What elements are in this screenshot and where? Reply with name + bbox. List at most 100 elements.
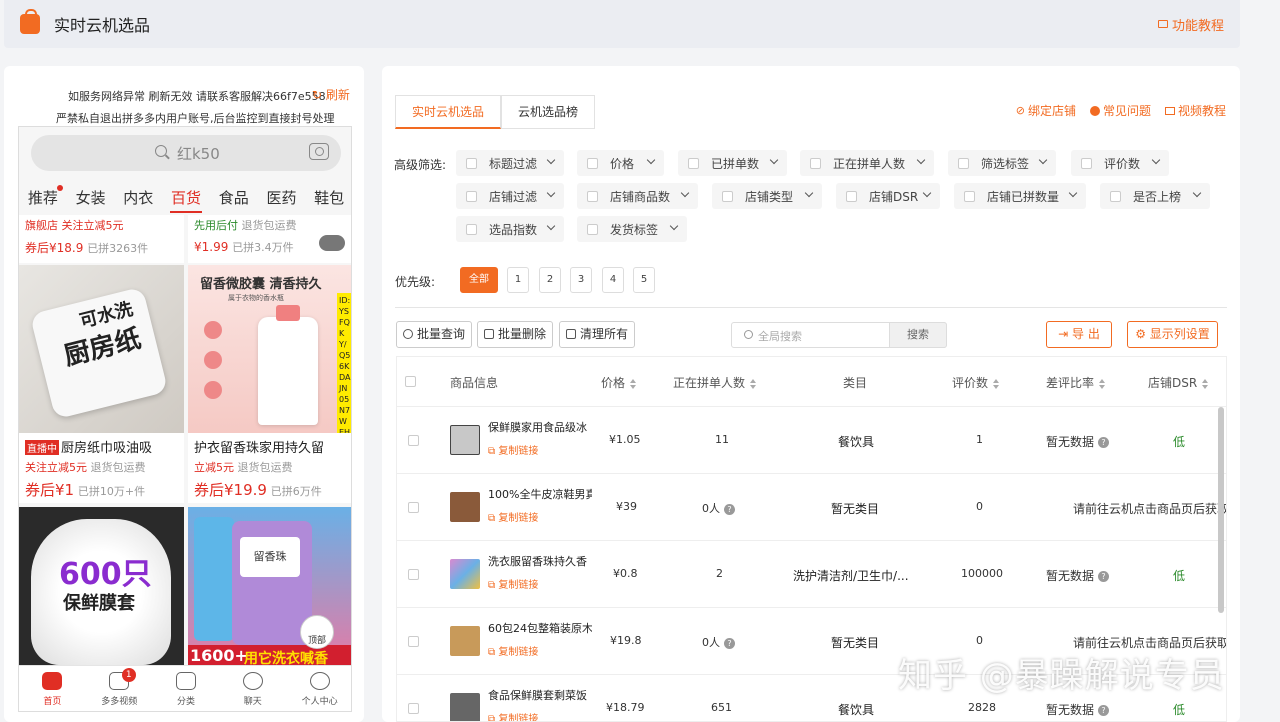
priority-4[interactable]: 4 <box>602 267 624 293</box>
batch-query-button[interactable]: 批量查询 <box>396 321 473 348</box>
col-price[interactable]: 价格 <box>601 374 637 391</box>
select-all-checkbox[interactable] <box>405 376 416 387</box>
filter-tags[interactable]: 筛选标签 <box>948 150 1056 176</box>
row-checkbox[interactable] <box>408 703 419 714</box>
product-thumbnail <box>450 559 480 589</box>
chevron-down-icon <box>1068 188 1078 198</box>
product-thumbnail <box>450 626 480 656</box>
product-image: 留香珠 1600+ 用它洗衣喊香 顶部 <box>188 507 351 667</box>
filter-index[interactable]: 选品指数 <box>456 216 564 242</box>
nav-profile[interactable]: 个人中心 <box>286 666 351 711</box>
batch-delete-button[interactable]: 批量删除 <box>477 321 554 348</box>
filter-shipping[interactable]: 发货标签 <box>577 216 687 242</box>
tab-ranking[interactable]: 云机选品榜 <box>501 95 596 129</box>
table-scrollbar[interactable] <box>1218 407 1224 613</box>
copy-link-button[interactable]: ⧉ 复制链接 <box>488 442 538 457</box>
phone-tab-active[interactable]: 百货 <box>162 183 210 213</box>
col-reviews[interactable]: 评价数 <box>952 374 1000 391</box>
phone-tab[interactable]: 鞋包 <box>305 183 351 213</box>
refresh-button[interactable]: ↻ 刷新 <box>312 86 350 103</box>
filter-shop-dsr[interactable]: 店铺DSR <box>836 183 940 209</box>
faq-link[interactable]: 常见问题 <box>1089 102 1151 119</box>
clear-icon <box>566 329 576 339</box>
phone-tab[interactable]: 推荐 <box>19 183 67 213</box>
video-tutorial-link[interactable]: 视频教程 <box>1164 102 1226 119</box>
chevron-down-icon <box>680 188 690 198</box>
product-name: 食品保鲜膜套剩菜饭 <box>488 689 587 702</box>
notification-dot <box>56 185 63 191</box>
phone-tab[interactable]: 内衣 <box>114 183 162 213</box>
chevron-down-icon <box>546 188 556 198</box>
col-group-buyers[interactable]: 正在拼单人数 <box>673 374 757 391</box>
table-row[interactable]: 100%全牛皮凉鞋男真 ⧉ 复制链接 ¥39 0人? 暂无类目 0 请前往云机点… <box>397 474 1226 541</box>
sort-icon <box>1202 378 1209 389</box>
col-dsr[interactable]: 店铺DSR <box>1148 374 1209 391</box>
export-button[interactable]: ⇥ 导 出 <box>1046 321 1112 348</box>
phone-tab[interactable]: 女装 <box>67 183 115 213</box>
tutorial-link[interactable]: 功能教程 <box>1157 15 1224 34</box>
copy-link-button[interactable]: ⧉ 复制链接 <box>488 710 538 721</box>
phone-tab[interactable]: 医药 <box>258 183 306 213</box>
priority-all[interactable]: 全部 <box>460 267 498 293</box>
copy-link-button[interactable]: ⧉ 复制链接 <box>488 643 538 658</box>
column-settings-button[interactable]: ⚙ 显示列设置 <box>1127 321 1218 348</box>
filter-shop[interactable]: 店铺过滤 <box>456 183 564 209</box>
shopping-bag-icon <box>20 9 40 34</box>
col-bad-rate[interactable]: 差评比率 <box>1046 374 1106 391</box>
filter-shop-type[interactable]: 店铺类型 <box>712 183 822 209</box>
row-checkbox[interactable] <box>408 435 419 446</box>
filter-sold[interactable]: 已拼单数 <box>678 150 787 176</box>
chevron-down-icon <box>669 221 679 231</box>
camera-icon[interactable] <box>309 143 329 160</box>
nav-chat[interactable]: 聊天 <box>219 666 286 711</box>
priority-1[interactable]: 1 <box>507 267 529 293</box>
table-row[interactable]: 保鲜膜家用食品级冰 ⧉ 复制链接 ¥1.05 11 餐饮具 1 暂无数据? 低 <box>397 407 1226 474</box>
filter-shop-sold[interactable]: 店铺已拼数量 <box>954 183 1086 209</box>
filter-group-buyers[interactable]: 正在拼单人数 <box>800 150 934 176</box>
sort-icon <box>1099 378 1106 389</box>
page-title: 实时云机选品 <box>54 16 151 35</box>
tab-realtime[interactable]: 实时云机选品 <box>395 95 502 129</box>
search-button[interactable]: 搜索 <box>889 322 947 348</box>
product-card[interactable]: 留香微胶囊 清香持久 属于衣物的香水瓶 ID:YSFQKY/Q56KDAJN05… <box>188 265 351 503</box>
product-card[interactable]: 600只 保鲜膜套 <box>19 507 184 667</box>
product-card[interactable]: 可水洗 厨房纸 直播中 厨房纸巾吸油吸 关注立减5元 退货包运费 券后¥1 已拼1… <box>19 265 184 503</box>
chat-icon <box>242 672 263 690</box>
product-card[interactable]: 先用后付 退货包运费 ¥1.99 已拼3.4万件 <box>188 215 351 263</box>
filter-price[interactable]: 价格 <box>577 150 664 176</box>
filter-ranked[interactable]: 是否上榜 <box>1100 183 1210 209</box>
product-card[interactable]: 旗舰店 关注立减5元 券后¥18.9 已拼3263件 <box>19 215 184 263</box>
phone-tab[interactable]: 食品 <box>210 183 258 213</box>
product-card[interactable]: 留香珠 1600+ 用它洗衣喊香 顶部 <box>188 507 351 667</box>
row-checkbox[interactable] <box>408 502 419 513</box>
search-icon <box>744 330 753 339</box>
priority-5[interactable]: 5 <box>633 267 655 293</box>
table-row[interactable]: 洗衣服留香珠持久香 ⧉ 复制链接 ¥0.8 2 洗护清洁剂/卫生巾/... 10… <box>397 541 1226 608</box>
phone-screen[interactable]: 红k50 推荐 女装 内衣 百货 食品 医药 鞋包 旗舰店 关注立减5元 券后¥… <box>18 126 352 712</box>
back-to-top-button[interactable]: 顶部 <box>300 615 334 649</box>
search-icon <box>403 329 413 339</box>
row-checkbox[interactable] <box>408 636 419 647</box>
bind-shop-link[interactable]: ⊘ 绑定店铺 <box>1016 102 1076 119</box>
phone-panel: 如服务网络异常 刷新无效 请联系客服解决66f7e558 ↻ 刷新 严禁私自退出… <box>4 66 364 722</box>
priority-2[interactable]: 2 <box>539 267 561 293</box>
row-checkbox[interactable] <box>408 569 419 580</box>
watermark: 知乎 @暴躁解说专员 <box>898 656 1225 696</box>
nav-home[interactable]: 首页 <box>19 666 86 711</box>
phone-search-bar[interactable]: 红k50 <box>31 135 341 171</box>
product-name: 100%全牛皮凉鞋男真 <box>488 488 592 501</box>
filter-reviews[interactable]: 评价数 <box>1071 150 1169 176</box>
nav-category[interactable]: 分类 <box>153 666 220 711</box>
filter-shop-products[interactable]: 店铺商品数 <box>577 183 698 209</box>
col-product: 商品信息 <box>450 376 499 390</box>
filter-title[interactable]: 标题过滤 <box>456 150 564 176</box>
copy-link-button[interactable]: ⧉ 复制链接 <box>488 576 538 591</box>
clear-all-button[interactable]: 清理所有 <box>559 321 636 348</box>
nav-video[interactable]: 1 多多视频 <box>86 666 153 711</box>
chevron-down-icon <box>769 155 779 165</box>
chevron-down-icon <box>1038 155 1048 165</box>
sort-icon <box>630 378 637 389</box>
sort-icon <box>750 378 757 389</box>
copy-link-button[interactable]: ⧉ 复制链接 <box>488 509 538 524</box>
priority-3[interactable]: 3 <box>570 267 592 293</box>
